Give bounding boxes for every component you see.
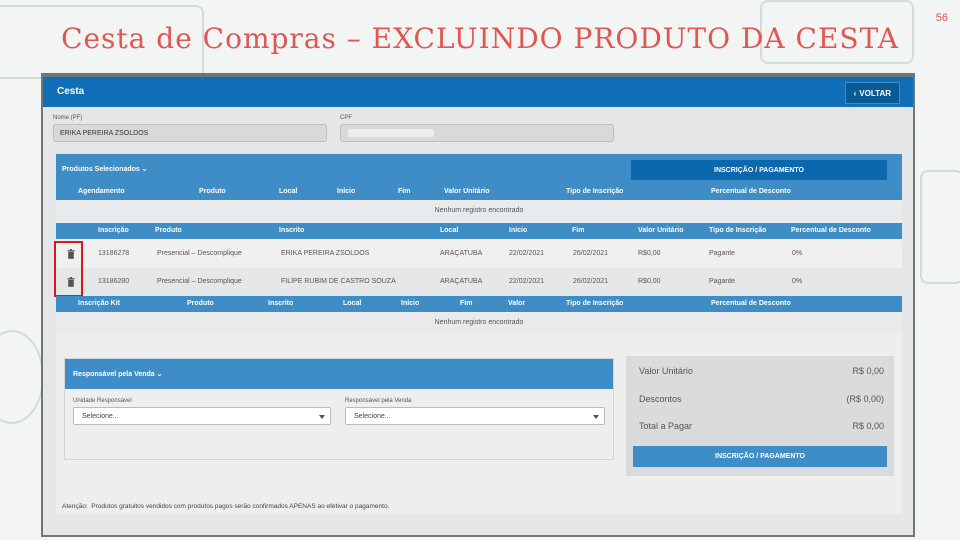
unit-select[interactable]: Selecione... (73, 407, 331, 425)
scheduling-table-header: Agendamento Produto Local Início Fim Val… (56, 184, 902, 200)
pay-button-bottom[interactable]: INSCRIÇÃO / PAGAMENTO (633, 446, 887, 467)
sales-responsible-header: Responsável pela Venda ⌄ (65, 359, 613, 389)
delete-highlight-box (54, 241, 83, 297)
slide-number: 56 (935, 12, 948, 24)
products-panel: Produtos Selecionados ⌄ INSCRIÇÃO / PAGA… (54, 154, 902, 514)
total-row: Total a Pagar R$ 0,00 (639, 421, 884, 431)
sales-responsible-panel: Responsável pela Venda ⌄ Unidade Respons… (64, 358, 614, 460)
products-section-label[interactable]: Produtos Selecionados ⌄ (62, 165, 148, 173)
app-window: Cesta ‹ VOLTAR Nome (PF) ERIKA PEREIRA Z… (43, 77, 913, 535)
cpf-label: CPF (340, 115, 352, 121)
caret-down-icon (593, 415, 599, 419)
attention-note: Atenção: Produtos gratuitos vendidos com… (62, 503, 390, 510)
cpf-redacted (348, 129, 434, 137)
chevron-left-icon: ‹ (853, 88, 857, 98)
pay-button-top[interactable]: INSCRIÇÃO / PAGAMENTO (631, 160, 887, 180)
app-header: Cesta ‹ VOLTAR (43, 77, 913, 107)
chevron-down-icon: ⌄ (141, 166, 148, 173)
chevron-down-icon: ⌄ (156, 371, 163, 378)
back-button[interactable]: ‹ VOLTAR (844, 82, 900, 104)
seller-label: Responsável pela Venda (345, 398, 412, 404)
name-field[interactable]: ERIKA PEREIRA ZSOLDOS (53, 124, 327, 142)
back-button-label: VOLTAR (859, 88, 891, 98)
slide-title: Cesta de Compras – EXCLUINDO PRODUTO DA … (61, 22, 899, 55)
page-title: Cesta (57, 86, 85, 97)
screenshot-frame: Cesta ‹ VOLTAR Nome (PF) ERIKA PEREIRA Z… (41, 73, 915, 537)
unit-label: Unidade Responsável (73, 398, 132, 404)
background-doodle (920, 170, 960, 284)
scheduling-table-empty: Nenhum registro encontrado (56, 201, 902, 221)
name-label: Nome (PF) (53, 115, 83, 121)
discount-row: Descontos (R$ 0,00) (639, 394, 884, 404)
kit-table-empty: Nenhum registro encontrado (56, 313, 902, 333)
caret-down-icon (319, 415, 325, 419)
table-row: 13186280 Presencial – Descomplique FILIP… (56, 268, 902, 296)
products-panel-header: Produtos Selecionados ⌄ INSCRIÇÃO / PAGA… (56, 154, 902, 184)
seller-select[interactable]: Selecione... (345, 407, 605, 425)
sales-responsible-label[interactable]: Responsável pela Venda ⌄ (73, 370, 163, 378)
table-row: 13186278 Presencial – Descomplique ERIKA… (56, 240, 902, 268)
unit-value-row: Valor Unitário R$ 0,00 (639, 366, 884, 376)
background-doodle (0, 330, 44, 424)
order-summary: Valor Unitário R$ 0,00 Descontos (R$ 0,00)… (626, 356, 894, 476)
kit-table-header: Inscrição Kit Produto Inscrito Local Iní… (56, 296, 902, 312)
registrations-table-header: Inscrição Produto Inscrito Local Início … (56, 223, 902, 239)
